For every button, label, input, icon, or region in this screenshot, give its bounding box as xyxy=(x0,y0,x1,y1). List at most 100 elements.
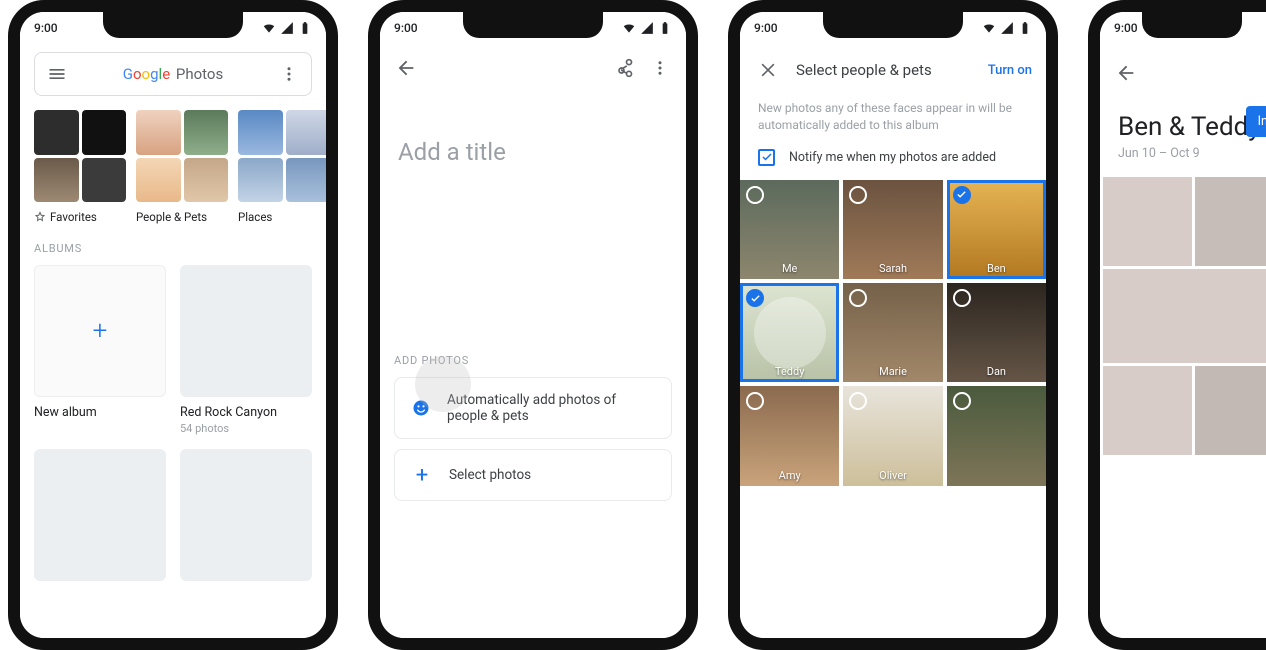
status-time: 9:00 xyxy=(754,21,778,35)
album-cover xyxy=(180,449,312,581)
wifi-icon xyxy=(622,21,636,35)
back-icon[interactable] xyxy=(392,54,420,82)
category-favorites[interactable]: Favorites xyxy=(34,110,126,224)
top-bar: Select people & pets Turn on xyxy=(740,44,1046,96)
face-name: Me xyxy=(740,262,839,275)
back-icon[interactable] xyxy=(1112,59,1140,87)
face-tile-me[interactable]: Me xyxy=(740,180,839,279)
photo-thumbnail[interactable] xyxy=(1103,269,1266,364)
face-tile-dan[interactable]: Dan xyxy=(947,283,1046,382)
option-label: Select photos xyxy=(449,467,531,483)
status-icons xyxy=(262,21,312,35)
option-select-photos[interactable]: + Select photos xyxy=(394,449,672,501)
battery-icon xyxy=(298,21,312,35)
close-icon[interactable] xyxy=(754,56,782,84)
section-header-add-photos: ADD PHOTOS xyxy=(380,336,686,377)
face-tile-sarah[interactable]: Sarah xyxy=(843,180,942,279)
section-header-albums: ALBUMS xyxy=(20,224,326,265)
album-title-input[interactable]: Add a title xyxy=(380,92,686,166)
notify-checkbox-row[interactable]: Notify me when my photos are added xyxy=(740,149,1046,180)
select-indicator xyxy=(953,289,971,307)
face-name: Marie xyxy=(843,365,942,378)
face-name: Sarah xyxy=(843,262,942,275)
category-label: People & Pets xyxy=(136,210,207,224)
album-tile[interactable] xyxy=(34,449,166,581)
face-tile-amy[interactable]: Amy xyxy=(740,386,839,485)
signal-icon xyxy=(640,21,654,35)
phone-select-faces: 9:00 Select people & pets Turn on New ph… xyxy=(728,0,1058,650)
share-icon[interactable] xyxy=(610,54,638,82)
app-bar[interactable]: Google Photos xyxy=(34,52,312,96)
select-indicator xyxy=(849,289,867,307)
star-icon xyxy=(34,211,46,223)
album-cover xyxy=(180,265,312,397)
battery-icon xyxy=(1018,21,1032,35)
face-tile[interactable] xyxy=(947,386,1046,485)
status-icons xyxy=(622,21,672,35)
face-icon xyxy=(411,397,431,419)
option-auto-add[interactable]: Automatically add photos of people & pet… xyxy=(394,377,672,439)
category-label: Places xyxy=(238,210,272,224)
phone-library: 9:00 Google Photos xyxy=(8,0,338,650)
phone-new-album: 9:00 Add a title ADD PHOTOS xyxy=(368,0,698,650)
thumbnail xyxy=(238,158,283,203)
thumbnail xyxy=(34,110,79,155)
album-row: + New album Red Rock Canyon 54 photos xyxy=(20,265,326,435)
album-title: New album xyxy=(34,405,166,420)
thumbnail xyxy=(238,110,283,155)
phone-album-view: 9:00 Invi Ben & Teddy Jun 10 – Oct 9 xyxy=(1088,0,1266,650)
photo-thumbnail[interactable] xyxy=(1103,366,1192,455)
status-bar: 9:00 xyxy=(20,12,326,44)
face-tile-teddy[interactable]: Teddy xyxy=(740,283,839,382)
select-indicator xyxy=(746,186,764,204)
select-indicator xyxy=(953,392,971,410)
album-tile[interactable]: Red Rock Canyon 54 photos xyxy=(180,265,312,435)
face-name: Dan xyxy=(947,365,1046,378)
display-notch xyxy=(103,12,243,38)
turn-on-button[interactable]: Turn on xyxy=(988,63,1032,78)
wifi-icon xyxy=(982,21,996,35)
top-bar xyxy=(380,44,686,92)
page-description: New photos any of these faces appear in … xyxy=(740,96,1046,149)
checkbox-icon[interactable] xyxy=(758,149,775,166)
album-row xyxy=(20,449,326,581)
category-label: Favorites xyxy=(50,210,97,224)
thumbnail xyxy=(184,110,229,155)
album-date-range: Jun 10 – Oct 9 xyxy=(1100,146,1266,177)
display-notch xyxy=(463,12,603,38)
more-icon[interactable] xyxy=(277,62,301,86)
album-title: Red Rock Canyon xyxy=(180,405,312,420)
album-cover xyxy=(34,449,166,581)
face-name: Oliver xyxy=(843,469,942,482)
face-name: Amy xyxy=(740,469,839,482)
display-notch xyxy=(823,12,963,38)
face-grid: Me Sarah Ben Teddy Marie Dan xyxy=(740,180,1046,486)
thumbnail xyxy=(184,158,229,203)
new-album-tile[interactable]: + New album xyxy=(34,265,166,435)
menu-icon[interactable] xyxy=(45,62,69,86)
app-logo: Google Photos xyxy=(79,65,267,83)
photo-thumbnail[interactable] xyxy=(1195,177,1266,266)
select-indicator xyxy=(953,186,971,204)
plus-icon: + xyxy=(411,464,433,486)
thumbnail xyxy=(34,158,79,203)
face-tile-oliver[interactable]: Oliver xyxy=(843,386,942,485)
category-people-pets[interactable]: People & Pets xyxy=(136,110,228,224)
thumbnail xyxy=(136,158,181,203)
photo-grid xyxy=(1100,177,1266,455)
album-subtitle: 54 photos xyxy=(180,422,312,435)
album-tile[interactable] xyxy=(180,449,312,581)
signal-icon xyxy=(1000,21,1014,35)
thumbnail xyxy=(82,110,127,155)
photo-thumbnail[interactable] xyxy=(1103,177,1192,266)
invite-button[interactable]: Invi xyxy=(1246,106,1266,137)
status-time: 9:00 xyxy=(34,21,58,35)
page-title: Select people & pets xyxy=(796,61,974,79)
category-places[interactable]: Places xyxy=(238,110,326,224)
photo-thumbnail[interactable] xyxy=(1195,366,1266,455)
plus-icon: + xyxy=(93,316,108,346)
album-title: Ben & Teddy xyxy=(1100,92,1266,146)
face-tile-ben[interactable]: Ben xyxy=(947,180,1046,279)
more-icon[interactable] xyxy=(646,54,674,82)
face-tile-marie[interactable]: Marie xyxy=(843,283,942,382)
